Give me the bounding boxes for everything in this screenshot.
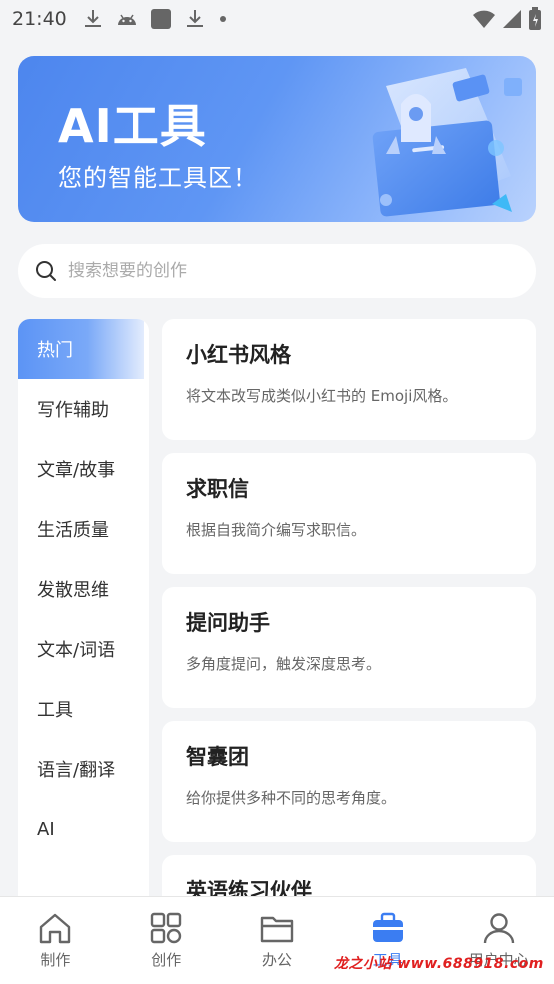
search-icon (36, 261, 56, 281)
wifi-icon (473, 10, 495, 28)
hero-banner[interactable]: AI工具 您的智能工具区！ (18, 56, 536, 222)
user-icon (483, 913, 514, 944)
home-icon (40, 913, 71, 944)
banner-illustration (372, 68, 522, 217)
card-title: 小红书风格 (186, 343, 291, 367)
nav-tab-create[interactable]: 创作 (111, 897, 222, 984)
nav-tab-make[interactable]: 制作 (0, 897, 111, 984)
card-title: 提问助手 (186, 611, 270, 635)
banner-subtitle: 您的智能工具区！ (58, 164, 258, 192)
card-description: 将文本改写成类似小红书的 Emoji风格。 (186, 387, 458, 405)
status-time: 21:40 (12, 8, 67, 30)
tool-card[interactable]: 求职信 根据自我简介编写求职信。 (162, 453, 536, 574)
download-icon (84, 10, 101, 27)
watermark: 龙之小站 www.688918.com (334, 956, 544, 972)
sidebar-item-tools[interactable]: 工具 (18, 679, 149, 739)
nav-label: 创作 (151, 951, 182, 969)
card-description: 根据自我简介编写求职信。 (186, 521, 367, 539)
nav-label: 办公 (261, 951, 292, 969)
sidebar-item-text-words[interactable]: 文本/词语 (18, 619, 149, 679)
folder-icon (260, 916, 294, 943)
sidebar-item-article-story[interactable]: 文章/故事 (18, 439, 149, 499)
signal-icon (503, 10, 521, 28)
card-description: 多角度提问，触发深度思考。 (186, 655, 382, 673)
status-notification-icons (81, 7, 229, 31)
sidebar-item-writing-assist[interactable]: 写作辅助 (18, 379, 149, 439)
search-input[interactable] (68, 261, 468, 281)
banner-title: AI工具 (58, 99, 207, 153)
category-sidebar: 热门 写作辅助 文章/故事 生活质量 发散思维 文本/词语 工具 语言/翻译 A… (18, 319, 149, 899)
card-title: 求职信 (186, 477, 249, 501)
download-icon (186, 10, 203, 27)
sidebar-item-language-translate[interactable]: 语言/翻译 (18, 739, 149, 799)
toolbox-icon (372, 912, 403, 942)
android-icon (117, 14, 136, 25)
card-title: 智囊团 (186, 745, 249, 769)
tool-card[interactable]: 小红书风格 将文本改写成类似小红书的 Emoji风格。 (162, 319, 536, 440)
grid-icon (150, 912, 182, 944)
tool-card[interactable]: 提问助手 多角度提问，触发深度思考。 (162, 587, 536, 708)
status-bar: 21:40 (0, 0, 554, 38)
tool-card[interactable]: 智囊团 给你提供多种不同的思考角度。 (162, 721, 536, 842)
battery-icon (529, 7, 541, 30)
nav-tab-office[interactable]: 办公 (222, 897, 333, 984)
app-square-icon (150, 9, 171, 29)
sidebar-item-divergent-thinking[interactable]: 发散思维 (18, 559, 149, 619)
sidebar-item-hot[interactable]: 热门 (18, 319, 144, 379)
card-description: 给你提供多种不同的思考角度。 (186, 789, 397, 807)
sidebar-item-ai[interactable]: AI (18, 799, 149, 859)
status-system-icons (472, 7, 542, 31)
sidebar-item-life-quality[interactable]: 生活质量 (18, 499, 149, 559)
dot-icon (219, 16, 226, 22)
search-bar[interactable] (18, 244, 536, 298)
nav-label: 制作 (40, 951, 71, 969)
